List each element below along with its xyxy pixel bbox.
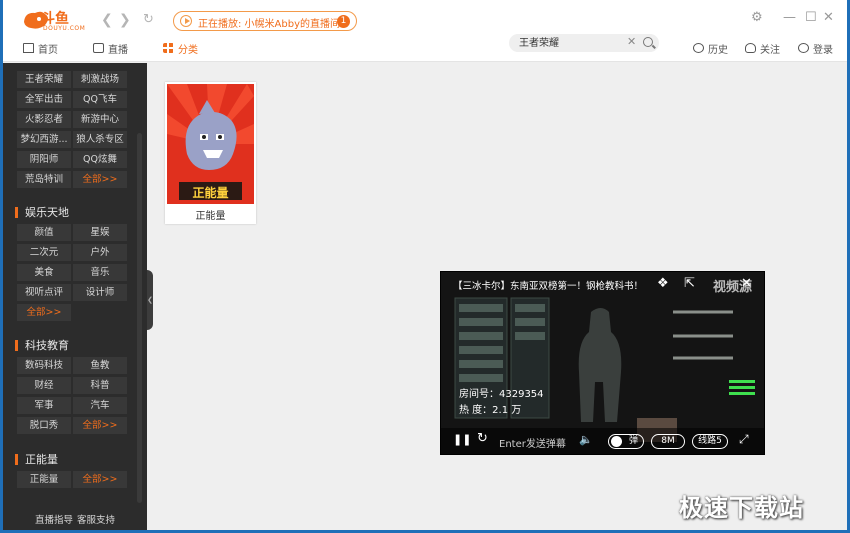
player-control-bar: ❚❚ ↻ Enter发送弹幕 🔈 弹 8M 线路5 ⤢ — [441, 428, 764, 454]
sidebar-item-game[interactable]: 新游中心 — [73, 111, 127, 128]
sidebar-collapse-handle[interactable]: ❮ — [147, 270, 153, 330]
menu-live-label: 直播 — [108, 44, 128, 56]
now-playing-badge: 1 — [337, 15, 350, 28]
search-icon[interactable] — [643, 37, 653, 47]
sidebar-item[interactable]: 美食 — [17, 264, 71, 281]
sidebar-item-game[interactable]: 全军出击 — [17, 91, 71, 108]
sidebar-item[interactable]: 视听点评 — [17, 284, 71, 301]
menu-history[interactable]: 历史 — [693, 40, 728, 56]
menu-live[interactable]: 直播 — [93, 40, 128, 56]
video-title: 【三冰卡尔】东南亚双榜第一！钢枪教科书！ — [453, 281, 644, 292]
sidebar-item[interactable]: 财经 — [17, 377, 71, 394]
refresh-icon[interactable]: ↻ — [143, 12, 154, 27]
sidebar-item-game[interactable]: 梦幻西游... — [17, 131, 71, 148]
sidebar-item[interactable]: 音乐 — [73, 264, 127, 281]
category-card-label: 正能量 — [195, 211, 226, 222]
sidebar-item[interactable]: 颜值 — [17, 224, 71, 241]
sidebar-item-game[interactable]: 阴阳师 — [17, 151, 71, 168]
sidebar-item[interactable]: 科普 — [73, 377, 127, 394]
sidebar-item-game[interactable]: QQ炫舞 — [73, 151, 127, 168]
menu-login-label: 登录 — [813, 44, 833, 56]
app-window: 斗鱼 DOUYU.COM ❮ ❯ ↻ 正在播放: 小幌米Abby的直播间 1 ⚙… — [0, 0, 850, 533]
danmu-toggle[interactable]: 弹 — [608, 434, 644, 449]
sidebar-item[interactable]: 汽车 — [73, 397, 127, 414]
menu-home[interactable]: 首页 — [23, 40, 58, 56]
line-button[interactable]: 线路5 — [692, 434, 728, 449]
now-playing-text: 正在播放: 小幌米Abby的直播间 — [198, 19, 341, 30]
grid-icon — [163, 43, 174, 53]
user-icon — [798, 43, 809, 53]
maximize-icon[interactable]: ☐ — [805, 10, 817, 25]
sidebar-item[interactable]: 鱼教 — [73, 357, 127, 374]
sidebar-more-link[interactable]: 全部>> — [73, 171, 127, 188]
danmu-input[interactable]: Enter发送弹幕 — [499, 435, 566, 450]
expand-icon[interactable]: ⇱ — [684, 276, 695, 291]
sidebar-item-game[interactable]: QQ飞车 — [73, 91, 127, 108]
settings-gear-icon[interactable]: ⚙ — [751, 10, 763, 25]
play-circle-icon — [180, 15, 192, 27]
thumbnail-caption: 正能量 — [192, 186, 229, 200]
quality-button[interactable]: 8M — [651, 434, 685, 449]
footer-link-support[interactable]: 客服支持 — [77, 512, 115, 526]
back-arrow-icon[interactable]: ❮ — [101, 12, 113, 28]
search-box: ✕ — [509, 34, 659, 52]
danmu-toggle-label: 弹 — [628, 436, 638, 446]
sidebar-more-link[interactable]: 全部>> — [73, 417, 127, 434]
home-icon — [23, 43, 34, 53]
sidebar-item[interactable]: 脱口秀 — [17, 417, 71, 434]
sidebar-item-game[interactable]: 火影忍者 — [17, 111, 71, 128]
sidebar-section-title[interactable]: 正能量 — [15, 451, 58, 467]
clock-icon — [693, 43, 704, 53]
sidebar-section-title[interactable]: 科技教育 — [15, 337, 69, 353]
fullscreen-icon[interactable]: ⤢ — [739, 432, 749, 447]
menu-follow-label: 关注 — [760, 44, 780, 56]
sidebar-item[interactable]: 二次元 — [17, 244, 71, 261]
tv-icon — [93, 43, 104, 53]
pin-icon[interactable]: ❖ — [657, 276, 669, 291]
sidebar-item[interactable]: 数码科技 — [17, 357, 71, 374]
search-input[interactable] — [519, 36, 619, 47]
menu-follow[interactable]: 关注 — [745, 40, 780, 56]
menu-login[interactable]: 登录 — [798, 40, 833, 56]
minimize-icon[interactable]: — — [783, 10, 796, 25]
sidebar-item-game[interactable]: 狼人杀专区 — [73, 131, 127, 148]
sidebar-more-link[interactable]: 全部>> — [73, 471, 127, 488]
menu-history-label: 历史 — [708, 44, 728, 56]
danmu-toggle-knob — [611, 436, 622, 447]
pause-icon[interactable]: ❚❚ — [453, 433, 471, 446]
sidebar-item[interactable]: 设计师 — [73, 284, 127, 301]
menu-home-label: 首页 — [38, 44, 58, 56]
sidebar-item-game[interactable]: 刺激战场 — [73, 71, 127, 88]
footer-link-guide[interactable]: 直播指导 — [35, 512, 73, 526]
mini-video-player[interactable]: 【三冰卡尔】东南亚双榜第一！钢枪教科书！ ❖ ⇱ 视频源 ✕ 房间号：43293… — [440, 271, 765, 455]
sidebar-item-game[interactable]: 荒岛特训 — [17, 171, 71, 188]
sidebar-item[interactable]: 户外 — [73, 244, 127, 261]
clear-search-icon[interactable]: ✕ — [627, 35, 636, 48]
sidebar-item-game[interactable]: 王者荣耀 — [17, 71, 71, 88]
top-bar: 斗鱼 DOUYU.COM ❮ ❯ ↻ 正在播放: 小幌米Abby的直播间 1 ⚙… — [3, 0, 847, 62]
category-sidebar: 王者荣耀 刺激战场 全军出击 QQ飞车 火影忍者 新游中心 梦幻西游... 狼人… — [3, 63, 147, 530]
category-card[interactable]: 正能量 正能量 — [165, 82, 256, 224]
sidebar-scrollbar[interactable] — [137, 133, 142, 503]
heat-value: 热 度：2.1 万 — [459, 405, 522, 416]
now-playing-pill[interactable]: 正在播放: 小幌米Abby的直播间 1 — [173, 11, 357, 31]
room-number: 房间号：4329354 — [459, 389, 544, 400]
heart-icon — [745, 43, 756, 53]
close-player-icon[interactable]: ✕ — [741, 276, 752, 291]
refresh-stream-icon[interactable]: ↻ — [477, 431, 488, 446]
site-watermark: 极速下载站 — [679, 494, 804, 522]
sidebar-item[interactable]: 星娱 — [73, 224, 127, 241]
sidebar-item[interactable]: 正能量 — [17, 471, 71, 488]
logo-subtext: DOUYU.COM — [43, 25, 86, 32]
sidebar-section-title[interactable]: 娱乐天地 — [15, 204, 69, 220]
menu-category-label: 分类 — [178, 44, 198, 56]
volume-icon[interactable]: 🔈 — [579, 433, 593, 446]
close-icon[interactable]: ✕ — [823, 10, 834, 25]
forward-arrow-icon[interactable]: ❯ — [119, 12, 131, 28]
sidebar-item[interactable]: 军事 — [17, 397, 71, 414]
menu-category[interactable]: 分类 — [163, 40, 198, 56]
sidebar-more-link[interactable]: 全部>> — [17, 304, 71, 321]
